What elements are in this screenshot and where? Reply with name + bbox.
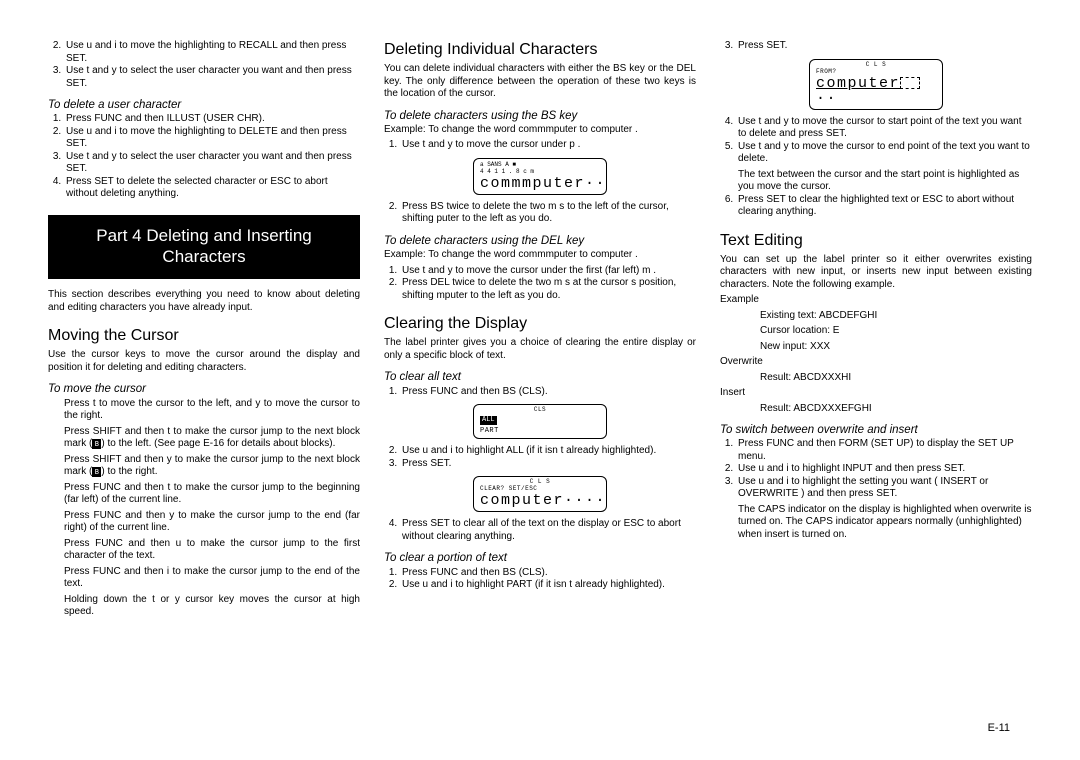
column-2: Deleting Individual Characters You can d… [384,40,696,622]
list-item: Use u and i to highlight the setting you… [736,476,1032,542]
list-item: Use t and y to move the cursor under the… [400,265,696,278]
example-line: Cursor location: E [760,325,1032,338]
move-step: Press FUNC and then y to make the cursor… [64,510,360,535]
sub-delete-user-char: To delete a user character [48,98,360,112]
bs-example: Example: To change the word commmputer t… [384,124,696,137]
portion-step3: Press SET. [720,40,1032,53]
list-item: Use t and y to move the cursor under p . [400,139,696,152]
move-step: Holding down the t or y cursor key moves… [64,594,360,619]
list-item: Use t and y to move the cursor to end po… [736,141,1032,194]
bs-steps-cont: Press BS twice to delete the two m s to … [384,201,696,226]
clear-portion-steps: Press FUNC and then BS (CLS). Use u and … [384,567,696,592]
lcd-display-4: C L S FROM? computer·· [809,59,943,110]
sec-text-editing: Text Editing [720,231,1032,251]
list-item: Press FUNC and then BS (CLS). [400,386,696,399]
lcd-display-1: a SANS A ■ 4 4 1 1 . 8 c m commmputer·· [473,158,607,195]
sub-switch-mode: To switch between overwrite and insert [720,423,1032,437]
example-line: New input: XXX [760,341,1032,354]
move-step: Press FUNC and then u to make the cursor… [64,538,360,563]
bs-steps: Use t and y to move the cursor under p . [384,139,696,152]
delete-user-steps: Press FUNC and then ILLUST (USER CHR). U… [48,113,360,201]
list-item: Press FUNC and then ILLUST (USER CHR). [64,113,360,126]
list-item: Use u and i to highlight INPUT and then … [736,463,1032,476]
lcd-display-3: C L S CLEAR? SET/ESC computer···· [473,476,607,512]
list-item: Press FUNC and then FORM (SET UP) to dis… [736,438,1032,463]
list-item: Press SET to delete the selected charact… [64,176,360,201]
sub-del-key: To delete characters using the DEL key [384,234,696,248]
overwrite-label: Overwrite [720,356,1032,369]
clear-all-steps: Press FUNC and then BS (CLS). [384,386,696,399]
overwrite-block: Result: ABCDXXXHI [760,372,1032,385]
switch-steps: Press FUNC and then FORM (SET UP) to dis… [720,438,1032,541]
del-steps: Use t and y to move the cursor under the… [384,265,696,303]
portion-steps-cont: Use t and y to move the cursor to start … [720,116,1032,219]
move-step: Press t to move the cursor to the left, … [64,398,360,423]
block-mark-icon: B [92,467,101,477]
example-label: Example [720,294,1032,307]
list-item: Press SET to clear the highlighted text … [736,194,1032,219]
list-item: Use u and i to highlight ALL (if it isn … [400,445,696,458]
move-step: Press SHIFT and then t to make the curso… [64,426,360,451]
result-line: Result: ABCDXXXEFGHI [760,403,1032,416]
move-steps: Press t to move the cursor to the left, … [64,398,360,619]
edit-intro: You can set up the label printer so it e… [720,254,1032,292]
sub-clear-all: To clear all text [384,370,696,384]
list-item: Use t and y to select the user character… [64,151,360,176]
sec-clearing-display: Clearing the Display [384,314,696,334]
move-step: Press FUNC and then i to make the cursor… [64,566,360,591]
sec-moving-cursor: Moving the Cursor [48,326,360,346]
move-step: Press FUNC and then t to make the cursor… [64,482,360,507]
list-item: Use u and i to move the highlighting to … [64,126,360,151]
list-item: Press DEL twice to delete the two m s at… [400,277,696,302]
sub-move-cursor: To move the cursor [48,382,360,396]
insert-label: Insert [720,387,1032,400]
column-3: Press SET. C L S FROM? computer·· Use t … [720,40,1032,622]
sec-deleting-chars: Deleting Individual Characters [384,40,696,60]
example-block: Existing text: ABCDEFGHI Cursor location… [760,310,1032,354]
sub-clear-portion: To clear a portion of text [384,551,696,565]
part-intro: This section describes everything you ne… [48,289,360,314]
column-1: Use u and i to move the highlighting to … [48,40,360,622]
block-mark-icon: B [92,439,101,449]
move-intro: Use the cursor keys to move the cursor a… [48,349,360,374]
part-4-banner: Part 4 Deleting and Inserting Characters [48,215,360,280]
list-item: Use t and y to move the cursor to start … [736,116,1032,141]
list-item: Use t and y to select the user character… [64,65,360,90]
clear-all-steps-end: Press SET to clear all of the text on th… [384,518,696,543]
result-line: Result: ABCDXXXHI [760,372,1032,385]
page-number: E-11 [988,722,1010,736]
del-example: Example: To change the word commmputer t… [384,249,696,262]
list-item: Use u and i to highlight PART (if it isn… [400,579,696,592]
list-item: Press BS twice to delete the two m s to … [400,201,696,226]
del-intro: You can delete individual characters wit… [384,63,696,101]
list-item: Press FUNC and then BS (CLS). [400,567,696,580]
sub-bs-key: To delete characters using the BS key [384,109,696,123]
list-item: Use u and i to move the highlighting to … [64,40,360,65]
insert-block: Result: ABCDXXXEFGHI [760,403,1032,416]
list-item: Press SET. [400,458,696,471]
list-item: Press SET to clear all of the text on th… [400,518,696,543]
recall-steps: Use u and i to move the highlighting to … [48,40,360,90]
clear-intro: The label printer gives you a choice of … [384,337,696,362]
lcd-display-2: CLS ALL PART [473,404,607,439]
move-step: Press SHIFT and then y to make the curso… [64,454,360,479]
clear-all-steps-cont: Use u and i to highlight ALL (if it isn … [384,445,696,470]
list-item: Press SET. [736,40,1032,53]
example-line: Existing text: ABCDEFGHI [760,310,1032,323]
cursor-box-icon [900,77,920,89]
